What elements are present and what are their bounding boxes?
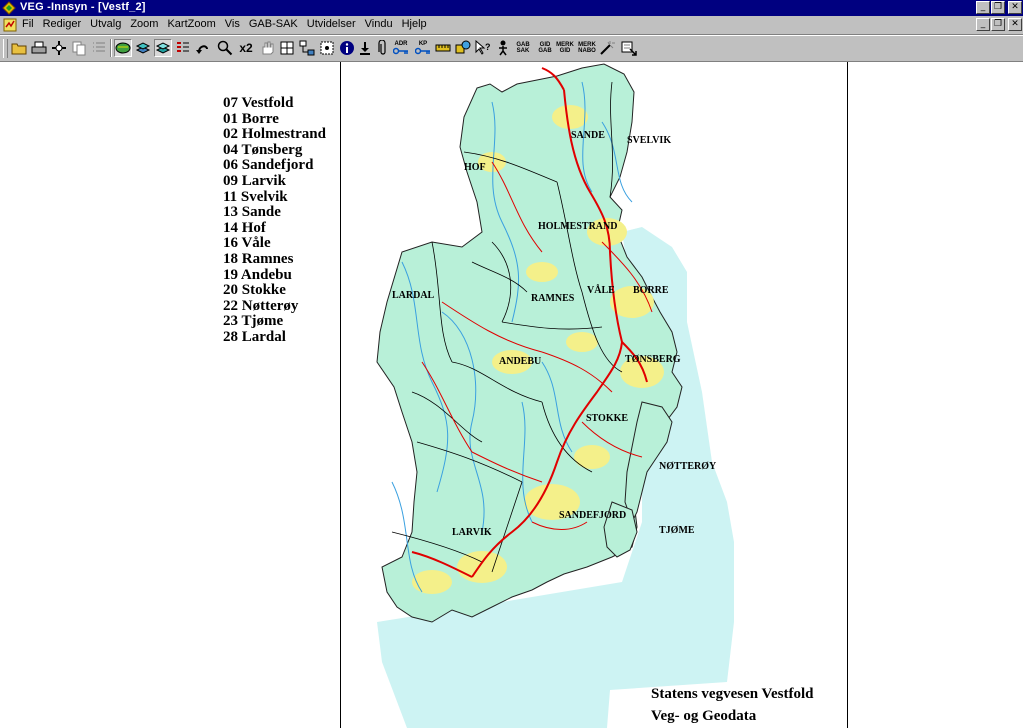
close-button[interactable]: ✕ — [1008, 1, 1022, 14]
label-lardal: LARDAL — [392, 290, 435, 301]
adr-key-icon[interactable]: ADR — [392, 39, 410, 57]
legend-entry: 09 Larvik — [223, 172, 286, 189]
undo-icon[interactable] — [194, 39, 212, 57]
label-borre: BORRE — [633, 285, 669, 296]
title-bar: VEG -Innsyn - [Vestf_2] _ ❐ ✕ — [0, 0, 1023, 16]
app-icon[interactable] — [2, 1, 16, 15]
menu-utvidelser[interactable]: Utvidelser — [307, 18, 356, 30]
legend-toggle-icon[interactable] — [174, 39, 192, 57]
menu-vis[interactable]: Vis — [225, 18, 240, 30]
shapes-icon[interactable] — [454, 39, 472, 57]
toolbar: x2 ADR KP ? GAB SAK GID GAB MERK GID MER… — [0, 35, 1023, 62]
restore-button[interactable]: ❐ — [991, 1, 1005, 14]
copy-icon[interactable] — [70, 39, 88, 57]
frame-right-border — [847, 62, 848, 728]
layers-icon[interactable] — [134, 39, 152, 57]
export-icon[interactable] — [620, 39, 638, 57]
legend-entry: 28 Lardal — [223, 328, 286, 345]
frame-left-border — [340, 62, 341, 728]
legend-entry: 04 Tønsberg — [223, 141, 303, 158]
menu-vindu[interactable]: Vindu — [365, 18, 393, 30]
merk-nabo-button[interactable]: MERK NABO — [578, 39, 596, 57]
legend-entry: 14 Hof — [223, 219, 266, 236]
legend-entry: 01 Borre — [223, 110, 279, 127]
grid-icon[interactable] — [278, 39, 296, 57]
label-sandefjord: SANDEFJORD — [559, 510, 626, 521]
window-title: VEG -Innsyn - [Vestf_2] — [20, 1, 146, 13]
select-area-icon[interactable] — [318, 39, 336, 57]
open-folder-icon[interactable] — [10, 39, 28, 57]
label-tonsberg: TØNSBERG — [625, 354, 681, 365]
pan-hand-icon[interactable] — [258, 39, 276, 57]
label-holmestrand: HOLMESTRAND — [538, 221, 617, 232]
legend-entry: 16 Våle — [223, 235, 271, 252]
menu-rediger[interactable]: Rediger — [43, 18, 82, 30]
document-icon[interactable] — [3, 18, 17, 32]
label-andebu: ANDEBU — [499, 356, 541, 367]
land-area — [376, 63, 683, 623]
toolbar-separator — [110, 39, 112, 57]
zoom-icon[interactable] — [216, 39, 234, 57]
legend-entry: 13 Sande — [223, 204, 281, 221]
svg-text:?: ? — [485, 42, 491, 52]
legend-entry: 06 Sandefjord — [223, 157, 314, 174]
menu-kartzoom[interactable]: KartZoom — [167, 18, 215, 30]
legend-entry: 19 Andebu — [223, 266, 292, 283]
menu-hjelp[interactable]: Hjelp — [402, 18, 427, 30]
credit-line-1: Statens vegvesen Vestfold — [651, 686, 814, 702]
info-icon[interactable] — [338, 39, 356, 57]
zoom-x2-button[interactable]: x2 — [236, 39, 256, 57]
merk-gid-button[interactable]: MERK GID — [556, 39, 574, 57]
list-icon[interactable] — [90, 39, 108, 57]
vestfold-map[interactable]: SANDE SVELVIK HOF HOLMESTRAND LARDAL RAM… — [342, 62, 847, 728]
measure-icon[interactable] — [434, 39, 452, 57]
legend-entry: 02 Holmestrand — [223, 126, 326, 143]
label-hof: HOF — [464, 162, 486, 173]
print-icon[interactable] — [30, 39, 48, 57]
label-sande: SANDE — [571, 130, 605, 141]
network-icon[interactable] — [298, 39, 316, 57]
doc-minimize-button[interactable]: _ — [976, 18, 990, 31]
label-tjome: TJØME — [659, 525, 695, 536]
label-vale: VÅLE — [587, 284, 615, 296]
menu-list: Fil Rediger Utvalg Zoom KartZoom Vis GAB… — [22, 18, 436, 30]
overlay-icon[interactable] — [154, 39, 172, 57]
label-larvik: LARVIK — [452, 527, 492, 538]
menu-bar: Fil Rediger Utvalg Zoom KartZoom Vis GAB… — [0, 16, 1023, 35]
download-icon[interactable] — [356, 39, 374, 57]
gid-gab-button[interactable]: GID GAB — [536, 39, 554, 57]
label-ramnes: RAMNES — [531, 293, 575, 304]
legend-entry: 20 Stokke — [223, 282, 286, 299]
legend-entry: 23 Tjøme — [223, 313, 284, 330]
menu-utvalg[interactable]: Utvalg — [90, 18, 121, 30]
legend-entry: 11 Svelvik — [223, 188, 288, 205]
menu-gab-sak[interactable]: GAB-SAK — [249, 18, 298, 30]
kp-key-icon[interactable]: KP — [414, 39, 432, 57]
magic-wand-icon[interactable] — [598, 39, 616, 57]
gab-sak-button[interactable]: GAB SAK — [514, 39, 532, 57]
label-notteroy: NØTTERØY — [659, 461, 717, 472]
person-icon[interactable] — [494, 39, 512, 57]
minimize-button[interactable]: _ — [976, 1, 990, 14]
credit-line-2: Veg- og Geodata — [651, 708, 757, 724]
move-icon[interactable] — [50, 39, 68, 57]
doc-close-button[interactable]: ✕ — [1008, 18, 1022, 31]
doc-restore-button[interactable]: ❐ — [991, 18, 1005, 31]
menu-zoom[interactable]: Zoom — [130, 18, 158, 30]
toolbar-grip[interactable] — [3, 39, 8, 58]
legend-entry: 07 Vestfold — [223, 95, 294, 111]
menu-fil[interactable]: Fil — [22, 18, 34, 30]
help-pointer-icon[interactable]: ? — [474, 39, 492, 57]
label-svelvik: SVELVIK — [627, 135, 671, 146]
label-stokke: STOKKE — [586, 413, 628, 424]
legend-entry: 22 Nøtterøy — [223, 297, 299, 314]
map-layer-icon[interactable] — [114, 39, 132, 57]
attach-icon[interactable] — [374, 39, 392, 57]
municipality-legend: 07 Vestfold 01 Borre 02 Holmestrand 04 T… — [223, 95, 326, 346]
legend-entry: 18 Ramnes — [223, 250, 294, 267]
